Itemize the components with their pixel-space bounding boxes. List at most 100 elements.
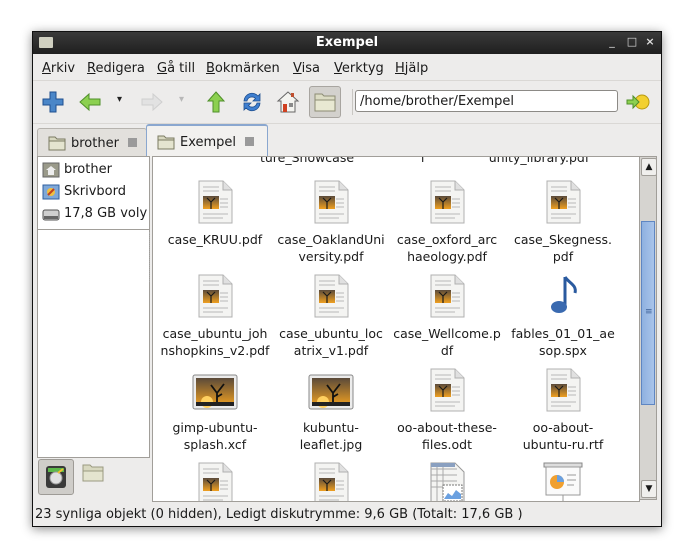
file-icon [505,457,621,501]
file-manager-window: Exempel _ □ × Arkiv Redigera Gå till Bok… [32,31,662,527]
menu-ga-till[interactable]: Gå till [157,61,195,76]
file-name: case_ubuntu_joh nshopkins_v2.pdf [157,325,273,359]
location-input[interactable]: /home/brother/Exempel [355,90,618,112]
file-name: case_OaklandUni versity.pdf [273,231,389,265]
document-icon [198,274,233,318]
file-item[interactable]: case_ubuntu_loc atrix_v1.pdf [273,269,389,359]
file-name-line: gimp-ubuntu- [172,420,258,435]
music-note-icon [551,276,577,313]
menu-label: okmärken [214,61,280,76]
close-tab-icon[interactable] [128,138,137,147]
close-tab-icon[interactable] [245,137,254,146]
maximize-button[interactable]: □ [625,35,639,49]
file-icon [389,269,505,319]
menu-mnemonic: G [157,61,168,76]
file-name-line: case_ubuntu_joh [162,326,268,341]
vertical-scrollbar[interactable]: ▲ ≡ ▼ [639,156,657,500]
scroll-up-button[interactable]: ▲ [641,158,657,176]
toggle-path-entry-button[interactable] [309,86,341,118]
toolbar-separator [352,89,353,115]
close-button[interactable]: × [643,35,657,49]
file-item[interactable]: gimp-ubuntu-splash.xcf [157,363,273,453]
file-item[interactable] [273,457,389,501]
file-item[interactable]: kubuntu-leaflet.jpg [273,363,389,453]
minimize-button[interactable]: _ [605,35,619,49]
file-item[interactable]: oo-about-these-files.odt [389,363,505,453]
places-mode-button[interactable] [38,459,74,495]
file-icon [157,363,273,413]
file-name-line: oo-about- [532,420,594,435]
menu-redigera[interactable]: Redigera [87,61,145,76]
tree-mode-button[interactable] [82,464,106,488]
file-icon [505,269,621,319]
file-item[interactable]: fables_01_01_ae sop.spx [505,269,621,359]
window-title: Exempel [315,35,379,50]
sidebar-item-label: Skrivbord [64,184,127,199]
forward-history-dropdown[interactable]: ▾ [179,94,184,105]
menu-bokmarken[interactable]: Bokmärken [206,61,280,76]
home-folder-icon [42,162,60,178]
file-item-partial[interactable]: ture_Showcase [249,157,365,166]
back-button[interactable] [77,89,103,115]
file-name-line: files.odt [421,437,472,452]
file-item[interactable]: case_Wellcome.p df [389,269,505,359]
file-icon [273,363,389,413]
document-icon [430,180,465,224]
menu-label: å till [167,61,196,76]
file-name-line: case_Skegness. [514,232,612,247]
file-icon [157,175,273,225]
tab-exempel[interactable]: Exempel [146,124,268,158]
file-item[interactable] [389,457,505,501]
menu-hjalp[interactable]: Hjälp [395,61,428,76]
tab-bar: brother Exempel [33,124,661,158]
document-icon [198,180,233,224]
scroll-down-button[interactable]: ▼ [641,480,657,498]
drive-icon [42,209,60,221]
sidebar-item-skrivbord[interactable]: Skrivbord [40,181,147,203]
reload-button[interactable] [239,89,265,115]
new-tab-button[interactable] [40,89,66,115]
menu-mnemonic: V [293,61,302,76]
file-name: case_oxford_arc haeology.pdf [389,231,505,265]
tab-brother[interactable]: brother [37,128,147,157]
file-item-partial[interactable]: unity_library.pdf [481,157,597,166]
file-name-line: df [440,343,454,358]
presentation-icon [543,462,583,501]
file-item[interactable] [157,457,273,501]
menu-visa[interactable]: Visa [293,61,320,76]
file-item[interactable]: case_Skegness. pdf [505,175,621,265]
file-item[interactable]: case_KRUU.pdf [157,175,273,248]
file-item[interactable]: case_OaklandUni versity.pdf [273,175,389,265]
file-item[interactable]: oo-about-ubuntu-ru.rtf [505,363,621,453]
document-icon [198,462,233,501]
scrollbar-thumb[interactable]: ≡ [641,221,655,405]
file-item-partial[interactable]: f [365,157,481,166]
file-item[interactable]: case_oxford_arc haeology.pdf [389,175,505,265]
title-bar[interactable]: Exempel _ □ × [33,32,661,54]
menu-arkiv[interactable]: Arkiv [42,61,75,76]
menu-verktyg[interactable]: Verktyg [334,61,384,76]
forward-button[interactable] [139,89,165,115]
file-name: fables_01_01_ae sop.spx [505,325,621,359]
file-item[interactable] [505,457,621,501]
sidebar-item-volume[interactable]: 17,8 GB voly [40,203,147,225]
file-name: case_KRUU.pdf [157,231,273,248]
menu-label: isa [301,61,320,76]
menu-label: edigera [95,61,145,76]
document-icon [314,180,349,224]
home-button[interactable] [275,89,301,115]
folder-icon [314,93,336,112]
file-name-line: haeology.pdf [407,249,487,264]
document-icon [314,274,349,318]
go-button[interactable] [625,91,651,113]
file-item[interactable]: case_ubuntu_joh nshopkins_v2.pdf [157,269,273,359]
file-name: kubuntu-leaflet.jpg [273,419,389,453]
back-history-dropdown[interactable]: ▾ [117,94,122,105]
up-button[interactable] [203,89,229,115]
document-icon [430,274,465,318]
menu-mnemonic: A [42,61,51,76]
file-name-line: case_ubuntu_loc [279,326,383,341]
drive-mode-icon [46,466,66,488]
file-name: oo-about-ubuntu-ru.rtf [505,419,621,453]
sidebar-item-brother[interactable]: brother [40,159,147,181]
